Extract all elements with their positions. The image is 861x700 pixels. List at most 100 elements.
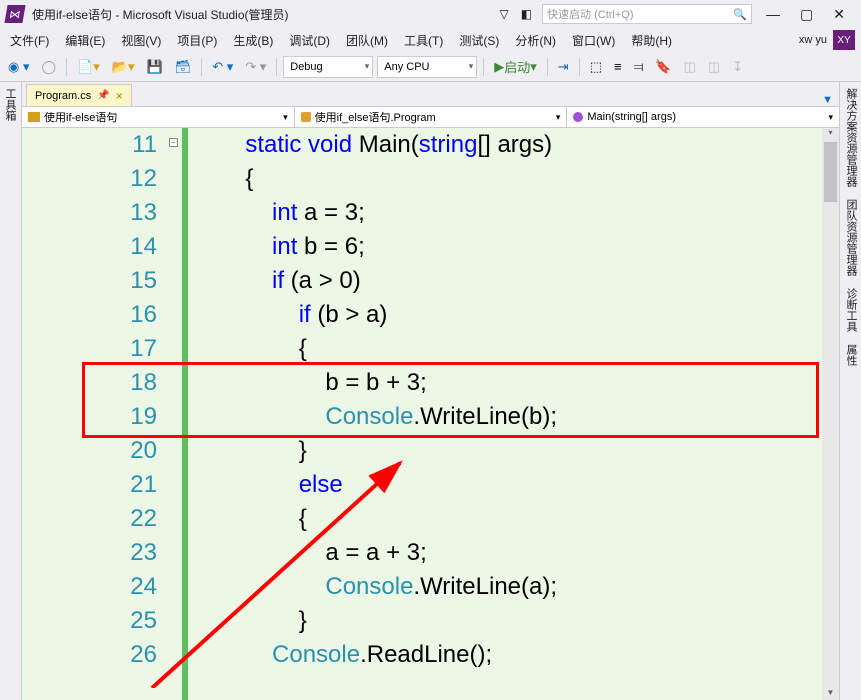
line-number: 12 (22, 162, 167, 196)
line-number: 11 (22, 128, 167, 162)
code-line[interactable]: else (188, 468, 839, 502)
quick-launch-input[interactable]: 快速启动 (Ctrl+Q) 🔍 (542, 4, 752, 24)
code-text[interactable]: static void Main(string[] args) { int a … (188, 128, 839, 700)
nav-bar: 使用if-else语句 ▾ 使用if_else语句.Program ▾ Main… (22, 106, 839, 128)
config-combo[interactable]: Debug (283, 56, 373, 78)
step-button-1[interactable]: ⇥ (554, 57, 573, 77)
namespace-icon (28, 112, 40, 122)
quick-launch-placeholder: 快速启动 (Ctrl+Q) (547, 6, 633, 22)
menu-analyze[interactable]: 分析(N) (509, 30, 562, 51)
vs-logo-icon: ⋈ (4, 5, 25, 23)
code-line[interactable]: } (188, 434, 839, 468)
code-line[interactable]: int a = 3; (188, 196, 839, 230)
menu-team[interactable]: 团队(M) (340, 30, 394, 51)
separator (483, 58, 484, 76)
editor-zone: Program.cs 📌 × ▼ 使用if-else语句 ▾ 使用if_else… (22, 82, 839, 700)
menu-project[interactable]: 项目(P) (171, 30, 223, 51)
menu-tools[interactable]: 工具(T) (398, 30, 449, 51)
code-line[interactable]: { (188, 502, 839, 536)
user-avatar[interactable]: XY (833, 30, 855, 50)
line-number: 25 (22, 604, 167, 638)
menu-debug[interactable]: 调试(D) (283, 30, 336, 51)
new-project-button[interactable]: 📄▾ (73, 57, 104, 77)
code-line[interactable]: { (188, 332, 839, 366)
minimize-button[interactable]: — (756, 2, 790, 26)
menu-build[interactable]: 生成(B) (227, 30, 279, 51)
class-icon (301, 112, 311, 122)
feedback-icon[interactable]: ◧ (515, 3, 538, 25)
menu-window[interactable]: 窗口(W) (566, 30, 621, 51)
line-number: 17 (22, 332, 167, 366)
save-button[interactable]: 💾 (142, 57, 166, 77)
maximize-button[interactable]: ▢ (790, 2, 823, 27)
tb-btn-b[interactable]: ◫ (704, 57, 724, 77)
chevron-down-icon: ▾ (283, 112, 288, 123)
separator (201, 58, 202, 76)
nav-back-button[interactable]: ◉ ▾ (4, 57, 33, 77)
close-button[interactable]: ✕ (823, 2, 855, 27)
line-number: 13 (22, 196, 167, 230)
scroll-down-icon[interactable]: ▼ (822, 686, 839, 700)
indent-btn[interactable]: ⬚ (586, 57, 606, 77)
tb-btn-c[interactable]: ↧ (728, 57, 747, 77)
menu-edit[interactable]: 编辑(E) (59, 30, 111, 51)
code-line[interactable]: { (188, 162, 839, 196)
uncomment-btn[interactable]: ⫤ (630, 57, 648, 77)
menu-view[interactable]: 视图(V) (115, 30, 167, 51)
class-dropdown[interactable]: 使用if_else语句.Program ▾ (295, 107, 568, 127)
namespace-dropdown[interactable]: 使用if-else语句 ▾ (22, 107, 295, 127)
code-line[interactable]: if (b > a) (188, 298, 839, 332)
collapse-icon[interactable]: − (169, 138, 178, 147)
close-icon[interactable]: × (116, 89, 123, 103)
side-panel-tab[interactable]: 解决方案资源管理器 (840, 82, 861, 193)
save-all-button[interactable]: 🗃 (171, 57, 196, 77)
menu-test[interactable]: 测试(S) (453, 30, 505, 51)
code-line[interactable]: b = b + 3; (188, 366, 839, 400)
undo-button[interactable]: ↶ ▾ (208, 57, 237, 77)
menu-file[interactable]: 文件(F) (4, 30, 55, 51)
side-panel-tab[interactable]: 诊断工具 (840, 282, 861, 338)
code-line[interactable]: if (a > 0) (188, 264, 839, 298)
split-handle[interactable]: ▾ (822, 128, 839, 138)
code-line[interactable]: a = a + 3; (188, 536, 839, 570)
toolbox-tab[interactable]: 工具箱 (0, 82, 20, 127)
code-line[interactable]: static void Main(string[] args) (188, 128, 839, 162)
pin-icon[interactable]: 📌 (97, 90, 109, 101)
comment-btn[interactable]: ≡ (610, 57, 626, 76)
notifications-icon[interactable]: ▽ (493, 3, 514, 25)
tool-bar: ◉ ▾ ◯ 📄▾ 📂▾ 💾 🗃 ↶ ▾ ↷ ▾ Debug Any CPU ▶ … (0, 52, 861, 82)
user-name[interactable]: xw yu (799, 34, 827, 46)
bookmark-btn[interactable]: 🔖 (651, 57, 675, 77)
line-number: 26 (22, 638, 167, 672)
chevron-down-icon: ▾ (556, 112, 561, 123)
platform-combo[interactable]: Any CPU (377, 56, 477, 78)
vertical-scrollbar[interactable]: ▲ ▼ (822, 128, 839, 700)
separator (66, 58, 67, 76)
tb-btn-a[interactable]: ◫ (680, 57, 700, 77)
code-line[interactable]: } (188, 604, 839, 638)
code-line[interactable]: Console.ReadLine(); (188, 638, 839, 672)
open-file-button[interactable]: 📂▾ (108, 57, 139, 77)
line-number: 19 (22, 400, 167, 434)
menu-help[interactable]: 帮助(H) (625, 30, 678, 51)
code-line[interactable]: int b = 6; (188, 230, 839, 264)
code-line[interactable]: Console.WriteLine(b); (188, 400, 839, 434)
method-icon (573, 112, 583, 122)
tab-program-cs[interactable]: Program.cs 📌 × (26, 84, 132, 106)
main-area: 工具箱 Program.cs 📌 × ▼ 使用if-else语句 ▾ 使用if_… (0, 82, 861, 700)
line-number: 16 (22, 298, 167, 332)
side-panel-tab[interactable]: 团队资源管理器 (840, 193, 861, 282)
code-line[interactable]: Console.WriteLine(a); (188, 570, 839, 604)
active-files-dropdown[interactable]: ▼ (822, 94, 839, 106)
scrollbar-thumb[interactable] (824, 142, 837, 202)
code-editor[interactable]: ▾ 11121314151617181920212223242526 − sta… (22, 128, 839, 700)
side-panel-tab[interactable]: 属性 (840, 338, 861, 372)
member-dropdown[interactable]: Main(string[] args) ▾ (567, 107, 839, 127)
line-number: 15 (22, 264, 167, 298)
redo-button[interactable]: ↷ ▾ (241, 57, 270, 77)
nav-fwd-button[interactable]: ◯ (37, 57, 60, 77)
line-number: 23 (22, 536, 167, 570)
outline-column[interactable]: − (167, 128, 182, 700)
separator (547, 58, 548, 76)
start-debug-button[interactable]: ▶ 启动 ▾ (490, 55, 541, 78)
